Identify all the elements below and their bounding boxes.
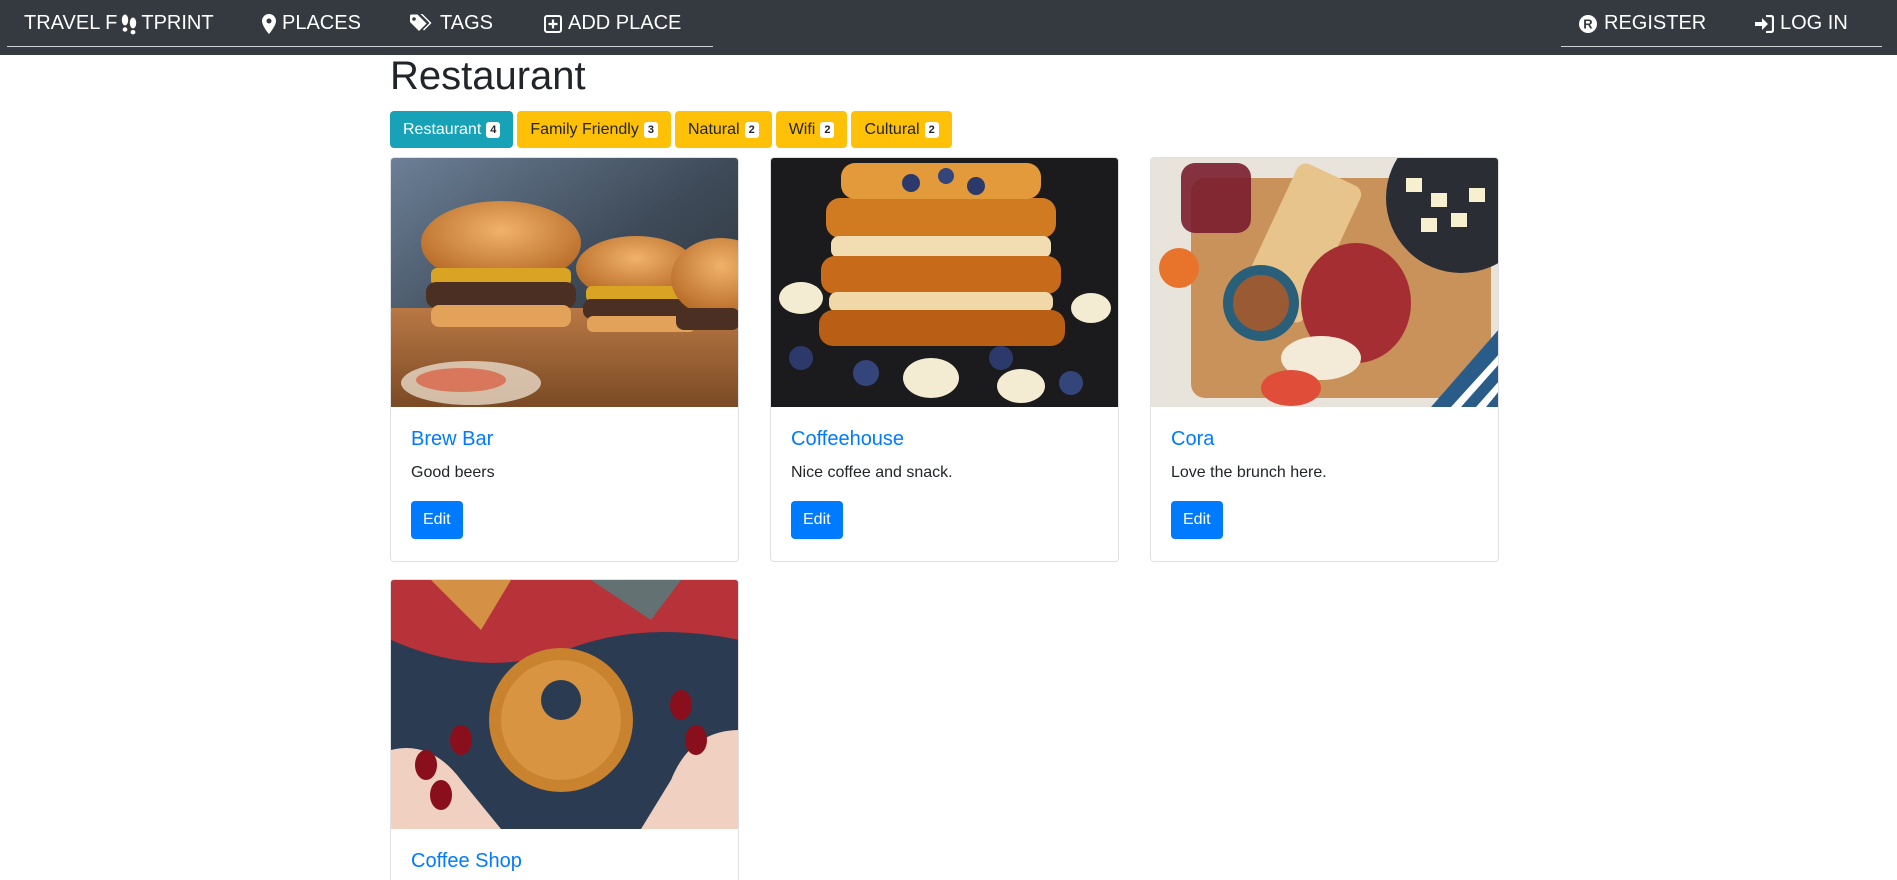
tag-button-family-friendly[interactable]: Family Friendly 3 (517, 111, 671, 148)
nav-places-label: PLACES (282, 12, 361, 34)
nav-log-in-label: LOG IN (1780, 12, 1848, 34)
place-card-coffee-shop: Coffee Shop (390, 579, 739, 880)
tag-count-badge: 2 (744, 121, 759, 138)
place-title-link[interactable]: Cora (1171, 427, 1478, 451)
place-card-cora: Cora Love the brunch here. Edit (1150, 157, 1499, 562)
svg-text:R: R (1583, 16, 1593, 31)
nav-log-in[interactable]: LOG IN (1754, 12, 1848, 35)
tag-button-natural[interactable]: Natural 2 (674, 111, 772, 148)
place-card-brew-bar: Brew Bar Good beers Edit (390, 157, 739, 562)
tag-count-badge: 4 (486, 121, 501, 138)
tag-button-restaurant[interactable]: Restaurant 4 (390, 111, 514, 148)
burgers-photo (391, 158, 738, 407)
nav-register[interactable]: R REGISTER (1578, 12, 1706, 35)
navbar-right-group: R REGISTER LOG IN (1561, 0, 1882, 47)
navbar-left-group: TRAVEL F TPRINT PLACES TAGS ADD PLACE (7, 0, 713, 47)
brand-text-end: TPRINT (141, 12, 214, 34)
nav-places[interactable]: PLACES (262, 12, 361, 35)
tag-button-wifi[interactable]: Wifi 2 (775, 111, 848, 148)
tag-count-badge: 3 (643, 121, 658, 138)
edit-button[interactable]: Edit (1171, 501, 1223, 539)
nav-tags-label: TAGS (440, 12, 493, 34)
map-marker-icon (262, 13, 276, 34)
place-description: Love the brunch here. (1171, 464, 1327, 481)
place-description: Nice coffee and snack. (791, 464, 953, 481)
brand-text-start: TRAVEL F (24, 12, 118, 34)
place-card-coffeehouse: Coffeehouse Nice coffee and snack. Edit (770, 157, 1119, 562)
place-description: Good beers (411, 464, 495, 481)
edit-button[interactable]: Edit (411, 501, 463, 539)
tag-button-cultural[interactable]: Cultural 2 (851, 111, 952, 148)
registered-icon: R (1578, 14, 1598, 34)
tags-icon (410, 13, 434, 34)
place-title-link[interactable]: Coffeehouse (791, 427, 1098, 451)
donut-photo (391, 580, 738, 829)
sign-in-icon (1754, 14, 1774, 33)
nav-register-label: REGISTER (1604, 12, 1707, 34)
place-title-link[interactable]: Brew Bar (411, 427, 718, 451)
plus-square-icon (544, 14, 562, 33)
nav-add-place-label: ADD PLACE (568, 12, 682, 34)
tag-label: Restaurant (403, 120, 482, 138)
edit-button[interactable]: Edit (791, 501, 843, 539)
tag-label: Cultural (864, 120, 920, 138)
charcuterie-photo (1151, 158, 1498, 407)
tag-count-badge: 2 (924, 121, 939, 138)
footprints-icon (118, 13, 140, 35)
navbar: TRAVEL F TPRINT PLACES TAGS ADD PLACE R … (0, 0, 1897, 55)
nav-add-place[interactable]: ADD PLACE (544, 12, 681, 35)
place-title-link[interactable]: Coffee Shop (411, 849, 718, 873)
tag-label: Natural (687, 120, 740, 138)
tag-count-badge: 2 (820, 121, 835, 138)
tag-label: Wifi (788, 120, 816, 138)
page-title: Restaurant (390, 54, 586, 98)
french-toast-photo (771, 158, 1118, 407)
nav-tags[interactable]: TAGS (410, 12, 493, 35)
brand-link[interactable]: TRAVEL F TPRINT (24, 12, 214, 35)
tag-label: Family Friendly (530, 120, 639, 138)
tag-filter-bar: Restaurant 4 Family Friendly 3 Natural 2… (390, 111, 952, 148)
